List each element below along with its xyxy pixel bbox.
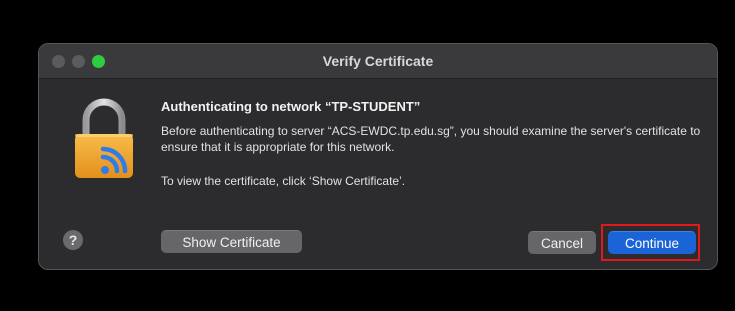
lock-wifi-icon <box>75 98 133 178</box>
dialog-hint: To view the certificate, click ‘Show Cer… <box>161 174 406 188</box>
show-certificate-button[interactable]: Show Certificate <box>161 230 302 253</box>
continue-button[interactable]: Continue <box>608 231 696 254</box>
help-icon: ? <box>68 232 78 248</box>
title-bar: Verify Certificate <box>39 44 717 79</box>
window-title: Verify Certificate <box>322 53 434 69</box>
dialog-message: Before authenticating to server “ACS-EWD… <box>161 124 701 154</box>
verify-certificate-dialog: Verify Certificate Authenticating to net… <box>38 43 718 270</box>
help-button[interactable]: ? <box>63 230 83 250</box>
cancel-button[interactable]: Cancel <box>528 231 596 254</box>
dialog-heading: Authenticating to network “TP-STUDENT” <box>161 99 421 114</box>
